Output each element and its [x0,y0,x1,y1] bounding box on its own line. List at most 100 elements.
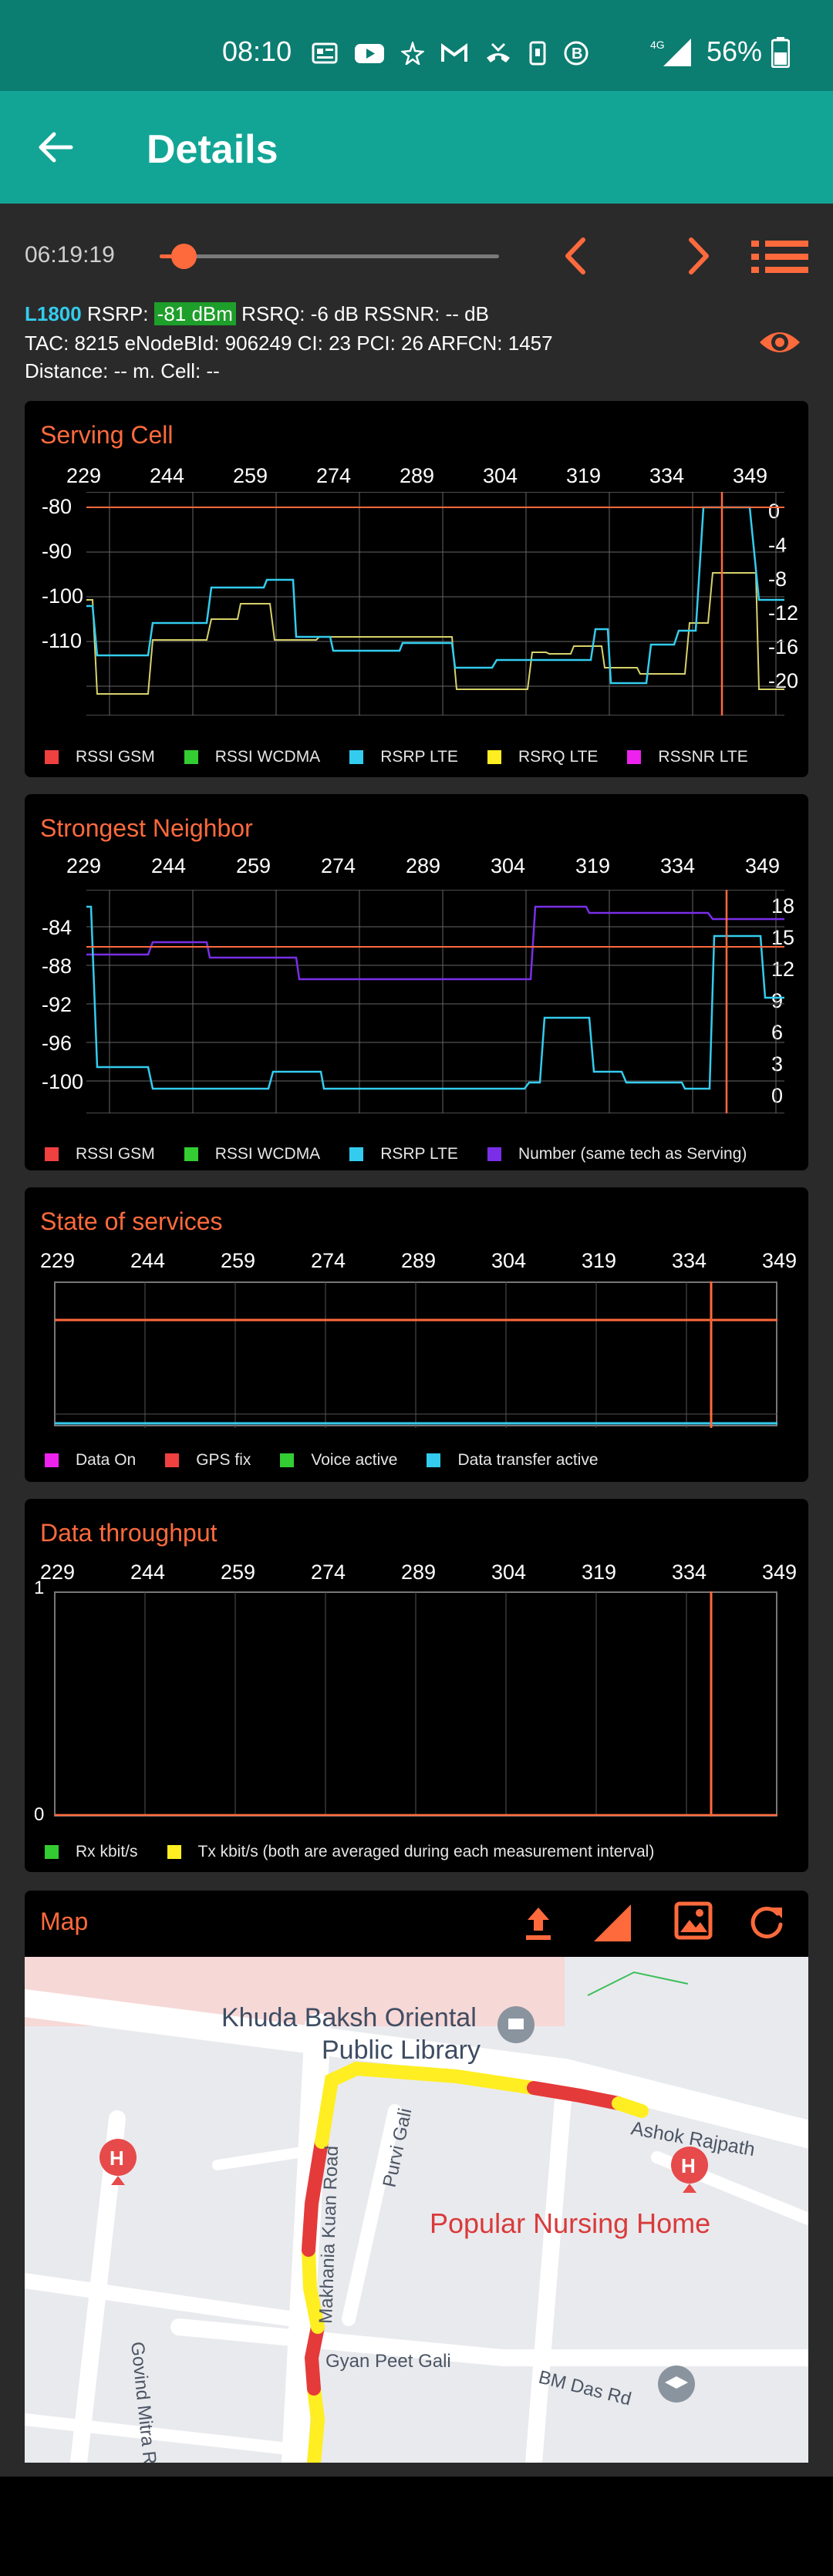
legend-rsrp-lte: RSRP LTE [349,1145,458,1163]
throughput-x-tick: 259 [221,1561,256,1584]
rsrp-lte-series [86,506,784,685]
battery-icon [771,37,790,68]
serving-cell-title: Serving Cell [40,421,174,449]
sim-icon [529,41,546,66]
signal-triangle-icon[interactable] [591,1901,634,1945]
throughput-y-min: 0 [34,1804,45,1825]
neighbor-x-tick: 319 [575,854,611,877]
legend-data-transfer: Data transfer active [427,1451,599,1470]
state-of-services-panel: State of services 229 244 259 274 289 304 319 3… [25,1187,808,1482]
neighbor-y-left-tick: -96 [42,1032,73,1055]
timeline-slider-track[interactable] [160,244,499,269]
rsrp-label: RSRP: [86,302,149,325]
legend-rssi-gsm: RSSI GSM [45,1145,155,1163]
info-line-3: Distance: -- m. Cell: -- [25,359,220,382]
serving-x-tick: 334 [649,464,685,487]
services-x-tick: 274 [311,1249,346,1272]
upload-icon[interactable] [521,1904,555,1941]
route-yellow-4 [612,2096,649,2118]
serving-y-left-tick: -100 [42,584,84,608]
refresh-icon[interactable] [747,1901,788,1943]
throughput-x-tick: 244 [130,1561,166,1584]
news-icon [312,42,338,64]
svg-text:H: H [681,2154,696,2177]
back-arrow-icon[interactable] [37,131,74,163]
neighbor-legend: RSSI GSM RSSI WCDMA RSRP LTE Number (sam… [45,1145,776,1163]
map-label-gyan: Gyan Peet Gali [325,2351,451,2372]
throughput-y-max: 1 [34,1578,45,1598]
serving-y-left-tick: -90 [42,540,73,563]
serving-x-tick: 229 [66,464,102,487]
time-readout: 06:19:19 [25,242,115,268]
serving-cell-chart [86,492,784,716]
map-label-library: Khuda Baksh Oriental [221,2003,477,2032]
legend-data-on: Data On [45,1451,136,1470]
data-throughput-panel: Data throughput 229 244 259 274 289 304 319 334… [25,1499,808,1872]
legend-tx: Tx kbit/s (both are averaged during each… [167,1843,654,1861]
youtube-icon [355,44,384,63]
status-bar: 08:10 B 4G 56% [0,0,833,91]
legend-rssi-wcdma: RSSI WCDMA [184,748,320,766]
neighbor-y-left-tick: -92 [42,993,73,1016]
legend-gps-fix: GPS fix [165,1451,251,1470]
svg-text:B: B [572,45,582,62]
serving-grid [86,492,784,716]
app-bar: Details [0,91,833,204]
info-line-1: L1800 RSRP: -81 dBm RSRQ: -6 dB RSSNR: -… [25,302,489,326]
notification-icons: B [312,40,589,66]
neighbor-grid [86,890,784,1113]
rsrp-value-badge: -81 dBm [153,302,236,325]
info-line-2: TAC: 8215 eNodeBId: 906249 CI: 23 PCI: 2… [25,332,553,355]
serving-y-left-tick: -110 [42,629,83,652]
neighbor-chart [86,890,784,1113]
throughput-x-tick: 319 [582,1561,617,1584]
legend-rsrq-lte: RSRQ LTE [487,748,598,766]
neighbor-x-tick: 259 [236,854,271,877]
next-chevron-icon[interactable] [685,235,713,277]
neighbor-number-series [86,905,784,981]
services-x-tick: 259 [221,1249,256,1272]
route-yellow-1 [307,2382,325,2463]
gmail-icon [441,43,467,62]
neighbor-x-tick: 229 [66,854,102,877]
map-toolbar: Map [25,1891,808,1957]
neighbor-x-tick: 349 [745,854,781,877]
throughput-chart [54,1591,777,1817]
library-pin-icon [497,2006,535,2043]
neighbor-x-tick: 304 [491,854,526,877]
eye-icon[interactable] [757,324,802,361]
services-legend: Data On GPS fix Voice active Data transf… [45,1451,628,1470]
throughput-x-tick: 334 [672,1561,707,1584]
page-title: Details [147,127,278,172]
map-label-nursing: Popular Nursing Home [430,2207,710,2239]
throughput-x-tick: 289 [401,1561,437,1584]
legend-rx: Rx kbit/s [45,1843,138,1861]
serving-x-tick: 244 [150,464,185,487]
throughput-x-tick: 229 [40,1561,76,1584]
serving-y-left-tick: -80 [42,495,73,518]
image-icon[interactable] [674,1901,713,1940]
services-x-tick: 229 [40,1249,76,1272]
serving-x-tick: 259 [233,464,268,487]
school-pin-icon [658,2366,695,2403]
neighbor-x-tick: 244 [151,854,187,877]
previous-chevron-icon[interactable] [562,235,589,277]
list-icon[interactable] [751,239,808,274]
neighbor-x-tick: 289 [406,854,441,877]
signal-quality-text: RSRQ: -6 dB RSSNR: -- dB [241,302,489,325]
legend-rssi-wcdma: RSSI WCDMA [184,1145,320,1163]
serving-x-tick: 289 [400,464,435,487]
band-label: L1800 [25,302,82,325]
map-view[interactable]: H H Khuda Baksh Oriental Public Library … [25,1957,808,2463]
serving-x-tick: 304 [483,464,518,487]
throughput-legend: Rx kbit/s Tx kbit/s (both are averaged d… [45,1843,683,1861]
svg-text:H: H [110,2147,124,2170]
missed-call-icon [487,42,510,62]
map-title: Map [40,1908,89,1935]
timeline-slider-thumb[interactable] [170,244,197,269]
serving-x-tick: 349 [733,464,768,487]
serving-legend: RSSI GSM RSSI WCDMA RSRP LTE RSRQ LTE RS… [45,748,777,766]
services-x-tick: 319 [582,1249,617,1272]
route-red-1 [304,2320,325,2396]
throughput-x-tick: 304 [491,1561,527,1584]
